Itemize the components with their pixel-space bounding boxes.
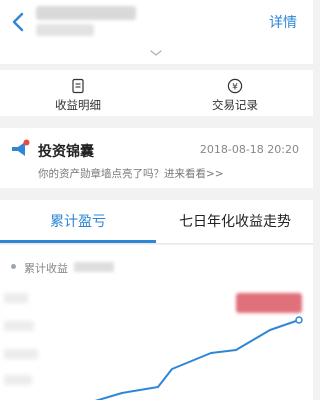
blurred-title (36, 6, 136, 20)
income-details-label: 收益明细 (55, 98, 101, 112)
cumulative-profit-line (94, 319, 300, 400)
megaphone-icon (12, 139, 30, 156)
promo-card[interactable]: 投资锦囊 2018-08-18 20:20 你的资产勋章墙点亮了吗？进来看看>> (0, 128, 313, 188)
top-bar: 详情 (0, 0, 313, 44)
blurred-subtitle (36, 24, 94, 36)
chevron-down-icon (150, 50, 162, 56)
tab-cumulative-profit[interactable]: 累计盈亏 (0, 200, 156, 244)
chart-tabs: 累计盈亏 七日年化收益走势 (0, 200, 313, 244)
transaction-records-button[interactable]: ¥ 交易记录 (157, 70, 313, 116)
chart-area: 累计收益 (0, 245, 313, 400)
transaction-records-label: 交易记录 (212, 98, 258, 112)
quick-actions: 收益明细 ¥ 交易记录 (0, 70, 313, 116)
svg-text:¥: ¥ (232, 82, 238, 92)
promo-time: 2018-08-18 20:20 (199, 143, 299, 156)
document-icon (72, 78, 84, 94)
promo-description[interactable]: 你的资产勋章墙点亮了吗？进来看看>> (38, 166, 224, 181)
profit-line-chart (94, 316, 303, 400)
tab-seven-day-yield[interactable]: 七日年化收益走势 (157, 200, 313, 244)
expand-bar[interactable] (0, 44, 313, 64)
yen-circle-icon: ¥ (227, 78, 243, 94)
income-details-button[interactable]: 收益明细 (0, 70, 156, 116)
promo-title: 投资锦囊 (38, 144, 94, 160)
back-arrow-icon[interactable] (8, 10, 28, 34)
detail-button[interactable]: 详情 (269, 12, 297, 32)
current-point-marker (295, 316, 303, 324)
active-tab-indicator (0, 240, 156, 243)
